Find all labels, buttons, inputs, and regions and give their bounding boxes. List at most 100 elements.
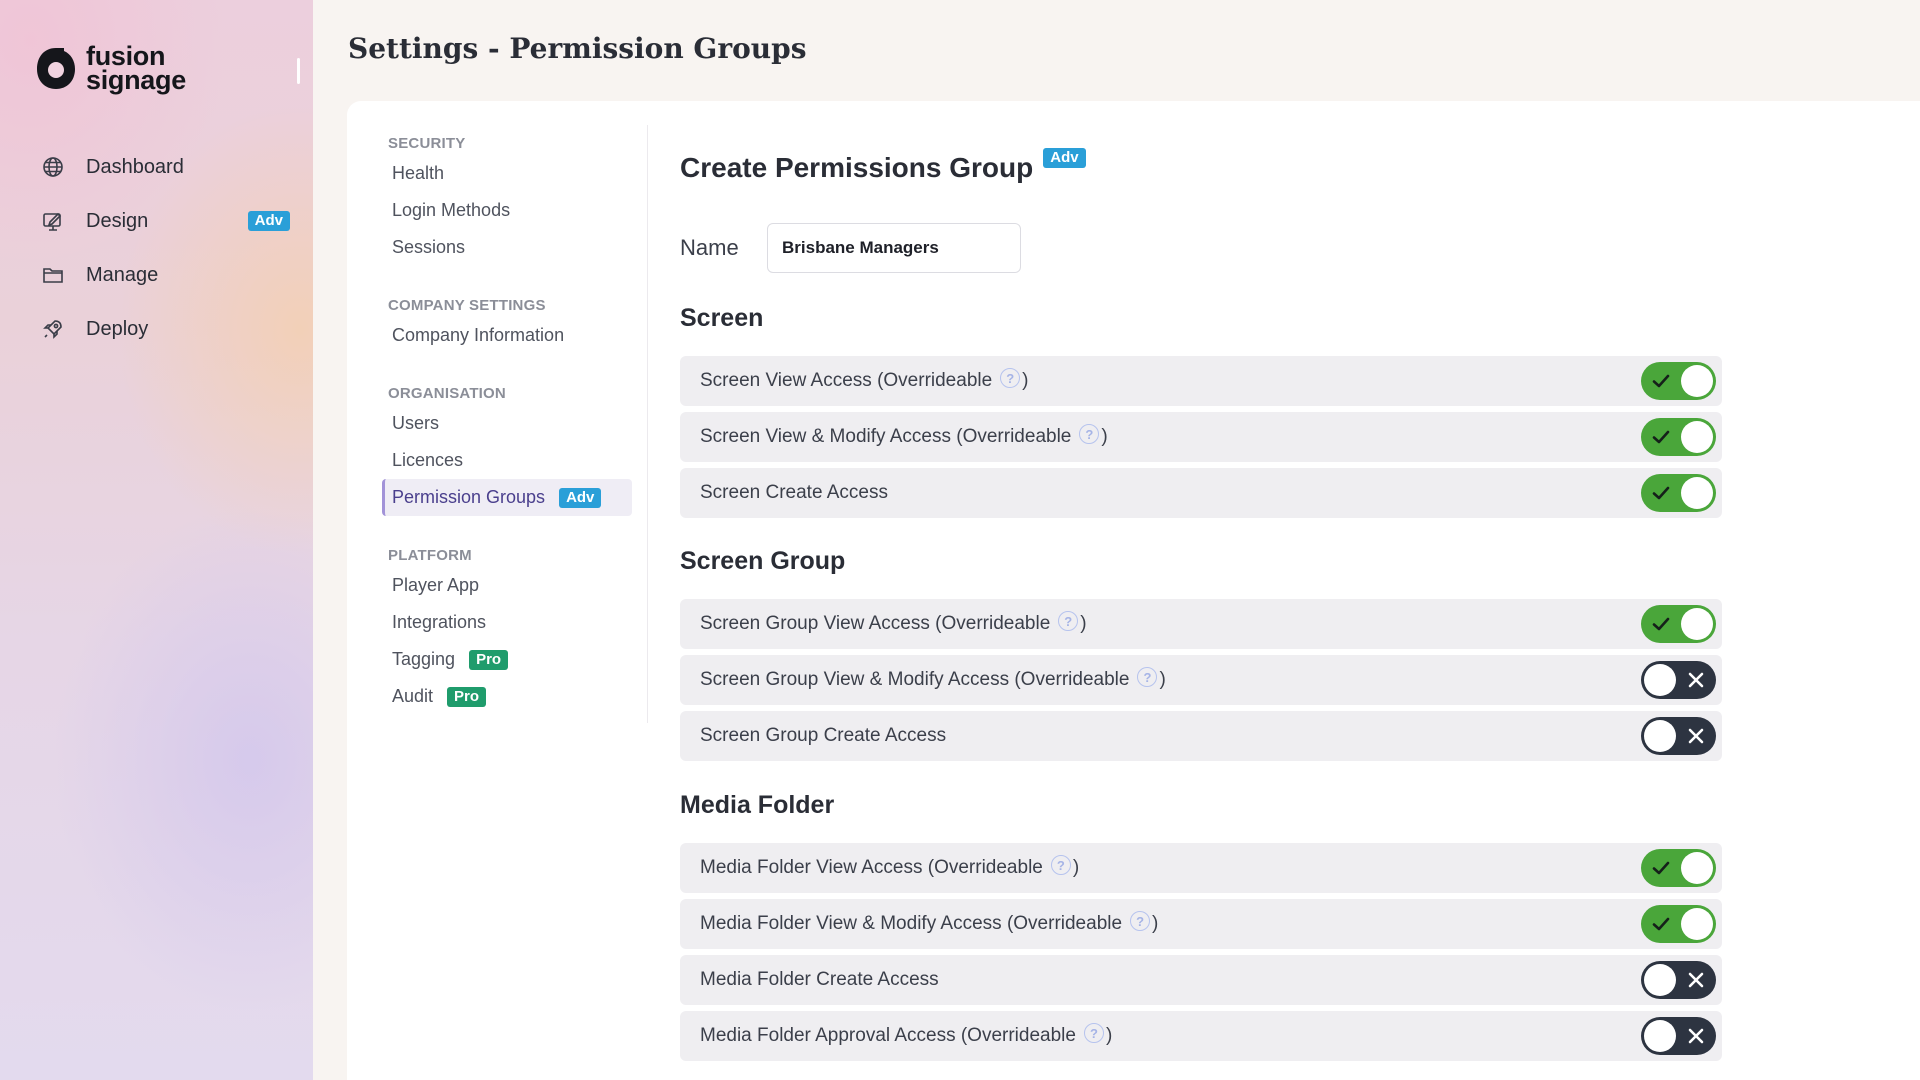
closing-paren: ) xyxy=(1072,857,1080,878)
permission-label: Media Folder Create Access xyxy=(700,969,939,990)
pro-badge: Pro xyxy=(447,686,487,707)
adv-badge: Adv xyxy=(559,487,602,508)
main-nav: Dashboard Design Adv Manage Deploy xyxy=(40,140,290,356)
permission-label-wrap: Media Folder Create Access xyxy=(700,969,939,991)
help-icon[interactable]: ? xyxy=(1130,911,1151,931)
permission-label: Media Folder View & Modify Access (Overr… xyxy=(700,913,1123,934)
permission-toggle[interactable] xyxy=(1641,1017,1716,1055)
permission-row-media-folder-create-access: Media Folder Create Access xyxy=(680,955,1722,1005)
help-icon[interactable]: ? xyxy=(1079,424,1100,444)
name-row: Name xyxy=(680,223,1021,273)
settings-nav: SECURITY Health Login Methods Sessions C… xyxy=(382,125,648,723)
permission-toggle[interactable] xyxy=(1641,418,1716,456)
permission-row-screen-group-view-and-modify-access-overrideable: Screen Group View & Modify Access (Overr… xyxy=(680,655,1722,705)
section-security: SECURITY xyxy=(388,135,466,152)
adv-badge: Adv xyxy=(247,211,290,231)
permission-label-wrap: Screen View & Modify Access (Overrideabl… xyxy=(700,424,1108,448)
close-icon xyxy=(1688,972,1704,988)
close-icon xyxy=(1688,672,1704,688)
group-title: Screen xyxy=(680,304,764,332)
toggle-knob xyxy=(1644,720,1676,752)
check-icon xyxy=(1652,374,1670,388)
settings-item-tagging-label: Tagging xyxy=(392,649,456,669)
permission-label: Screen Create Access xyxy=(700,482,888,503)
section-company-settings: COMPANY SETTINGS xyxy=(388,297,546,314)
settings-item-audit[interactable]: Audit Pro xyxy=(382,678,632,715)
nav-item-design[interactable]: Design Adv xyxy=(40,194,290,248)
permission-toggle[interactable] xyxy=(1641,849,1716,887)
toggle-knob xyxy=(1644,664,1676,696)
permission-toggle[interactable] xyxy=(1641,474,1716,512)
design-icon xyxy=(40,208,66,234)
settings-item-audit-label: Audit xyxy=(392,686,434,706)
settings-item-users[interactable]: Users xyxy=(382,405,632,442)
nav-label-design: Design xyxy=(86,209,149,232)
check-icon xyxy=(1652,430,1670,444)
nav-item-deploy[interactable]: Deploy xyxy=(40,302,290,356)
permission-toggle[interactable] xyxy=(1641,717,1716,755)
permission-label-wrap: Screen Create Access xyxy=(700,482,888,504)
permission-label-wrap: Media Folder View Access (Overrideable?) xyxy=(700,855,1080,879)
permission-toggle[interactable] xyxy=(1641,905,1716,943)
help-icon[interactable]: ? xyxy=(1000,368,1021,388)
form-title: Create Permissions Group Adv xyxy=(680,148,1086,184)
settings-item-player-app[interactable]: Player App xyxy=(382,567,632,604)
permission-group-screen: Screen Screen View Access (Overrideable?)… xyxy=(680,304,1722,524)
help-icon[interactable]: ? xyxy=(1058,611,1079,631)
section-platform: PLATFORM xyxy=(388,547,472,564)
sidebar-collapse-handle[interactable] xyxy=(297,58,300,84)
fusion-signage-logo[interactable]: fusion signage xyxy=(34,43,186,94)
nav-item-manage[interactable]: Manage xyxy=(40,248,290,302)
settings-item-company-information[interactable]: Company Information xyxy=(382,317,632,354)
nav-label-deploy: Deploy xyxy=(86,317,149,340)
permission-toggle[interactable] xyxy=(1641,661,1716,699)
section-organisation: ORGANISATION xyxy=(388,385,506,402)
adv-badge: Adv xyxy=(1043,148,1086,168)
toggle-knob xyxy=(1681,908,1713,940)
permission-row-media-folder-approval-access-overrideable: Media Folder Approval Access (Overrideab… xyxy=(680,1011,1722,1061)
toggle-knob xyxy=(1681,421,1713,453)
permission-group-media-folder: Media Folder Media Folder View Access (Ov… xyxy=(680,791,1722,1067)
settings-item-integrations[interactable]: Integrations xyxy=(382,604,632,641)
permission-row-screen-group-create-access: Screen Group Create Access xyxy=(680,711,1722,761)
app-sidebar: fusion signage Dashboard Design Adv Mana… xyxy=(0,0,313,1080)
settings-item-licences[interactable]: Licences xyxy=(382,442,632,479)
settings-item-tagging[interactable]: Tagging Pro xyxy=(382,641,632,678)
settings-item-permission-groups-label: Permission Groups xyxy=(392,487,546,507)
permission-label: Screen Group View Access (Overrideable xyxy=(700,613,1051,634)
permission-label-wrap: Screen View Access (Overrideable?) xyxy=(700,368,1029,392)
nav-item-dashboard[interactable]: Dashboard xyxy=(40,140,290,194)
help-icon[interactable]: ? xyxy=(1137,667,1158,687)
permission-row-screen-create-access: Screen Create Access xyxy=(680,468,1722,518)
permission-row-screen-view-access-overrideable: Screen View Access (Overrideable?) xyxy=(680,356,1722,406)
permission-label-wrap: Media Folder Approval Access (Overrideab… xyxy=(700,1023,1112,1047)
settings-item-health[interactable]: Health xyxy=(382,155,632,192)
permission-label: Screen Group View & Modify Access (Overr… xyxy=(700,669,1130,690)
settings-item-sessions[interactable]: Sessions xyxy=(382,229,632,266)
permission-label: Screen View & Modify Access (Overrideabl… xyxy=(700,426,1072,447)
toggle-knob xyxy=(1681,852,1713,884)
closing-paren: ) xyxy=(1022,370,1029,391)
form-title-text: Create Permissions Group xyxy=(680,152,1034,183)
permission-label: Media Folder View Access (Overrideable xyxy=(700,857,1043,878)
settings-item-permission-groups[interactable]: Permission Groups Adv xyxy=(382,479,632,516)
help-icon[interactable]: ? xyxy=(1050,855,1071,875)
help-icon[interactable]: ? xyxy=(1083,1023,1104,1043)
toggle-knob xyxy=(1644,964,1676,996)
permission-label: Screen View Access (Overrideable xyxy=(700,370,993,391)
name-input[interactable] xyxy=(767,223,1021,273)
closing-paren: ) xyxy=(1159,669,1166,690)
settings-item-login-methods[interactable]: Login Methods xyxy=(382,192,632,229)
group-title: Media Folder xyxy=(680,791,835,819)
nav-label-manage: Manage xyxy=(86,263,159,286)
rocket-icon xyxy=(40,316,66,342)
permission-toggle[interactable] xyxy=(1641,362,1716,400)
permission-toggle[interactable] xyxy=(1641,605,1716,643)
group-title: Screen Group xyxy=(680,547,846,575)
permission-label: Screen Group Create Access xyxy=(700,725,947,746)
close-icon xyxy=(1688,728,1704,744)
permission-label-wrap: Screen Group View Access (Overrideable?) xyxy=(700,611,1087,635)
permission-row-screen-group-view-access-overrideable: Screen Group View Access (Overrideable?) xyxy=(680,599,1722,649)
permission-toggle[interactable] xyxy=(1641,961,1716,999)
permission-group-screen-group: Screen Group Screen Group View Access (Ov… xyxy=(680,547,1722,767)
